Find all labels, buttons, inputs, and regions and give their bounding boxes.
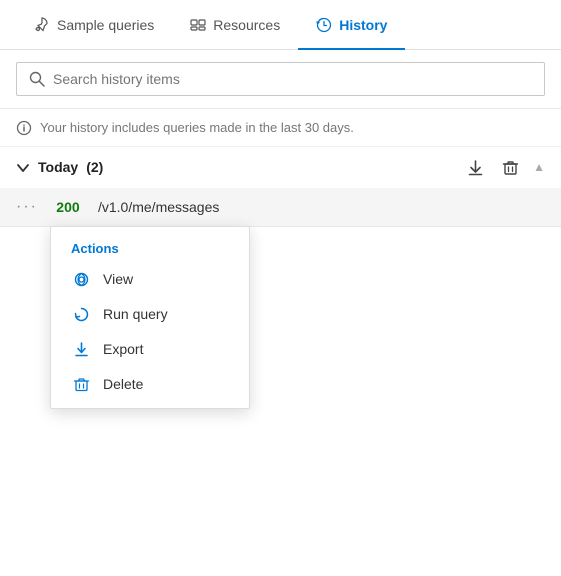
menu-delete-label: Delete [103, 376, 143, 392]
info-text: Your history includes queries made in th… [40, 120, 354, 135]
chevron-down-icon [16, 159, 30, 175]
tab-resources-label: Resources [213, 17, 280, 33]
menu-item-view[interactable]: View [51, 262, 249, 297]
section-count: (2) [86, 159, 103, 175]
section-header: Today (2) ▲ [0, 147, 561, 188]
search-input[interactable] [53, 71, 532, 87]
search-container [0, 50, 561, 109]
search-box [16, 62, 545, 96]
item-status-code: 200 [50, 199, 86, 215]
export-icon [71, 341, 91, 358]
delete-icon [71, 376, 91, 393]
tab-sample-queries[interactable]: Sample queries [16, 0, 172, 50]
menu-run-query-label: Run query [103, 306, 168, 322]
tab-sample-queries-label: Sample queries [57, 17, 154, 33]
context-menu: Actions View Run query [50, 226, 250, 409]
menu-item-delete[interactable]: Delete [51, 367, 249, 402]
menu-item-export[interactable]: Export [51, 332, 249, 367]
rocket-icon [34, 16, 50, 34]
delete-all-button[interactable] [498, 157, 523, 178]
scrollbar-up-indicator: ▲ [533, 160, 545, 174]
resources-icon [190, 16, 206, 34]
info-banner: Your history includes queries made in th… [0, 109, 561, 147]
history-item: ··· 200 /v1.0/me/messages Actions View [0, 188, 561, 227]
menu-export-label: Export [103, 341, 143, 357]
tab-resources[interactable]: Resources [172, 0, 298, 50]
search-icon [29, 70, 45, 88]
nav-tabs: Sample queries Resources History [0, 0, 561, 50]
section-title-label: Today [38, 159, 78, 175]
info-icon [16, 119, 32, 136]
menu-item-run-query[interactable]: Run query [51, 297, 249, 332]
item-more-dots[interactable]: ··· [16, 198, 38, 216]
menu-view-label: View [103, 271, 133, 287]
tab-history-label: History [339, 17, 387, 33]
item-endpoint: /v1.0/me/messages [98, 199, 219, 215]
history-icon [316, 16, 332, 34]
context-menu-title: Actions [51, 233, 249, 262]
run-query-icon [71, 306, 91, 323]
tab-history[interactable]: History [298, 0, 405, 50]
view-icon [71, 271, 91, 288]
section-title-toggle[interactable]: Today (2) [16, 159, 103, 175]
section-actions: ▲ [463, 157, 545, 178]
download-all-button[interactable] [463, 157, 488, 178]
